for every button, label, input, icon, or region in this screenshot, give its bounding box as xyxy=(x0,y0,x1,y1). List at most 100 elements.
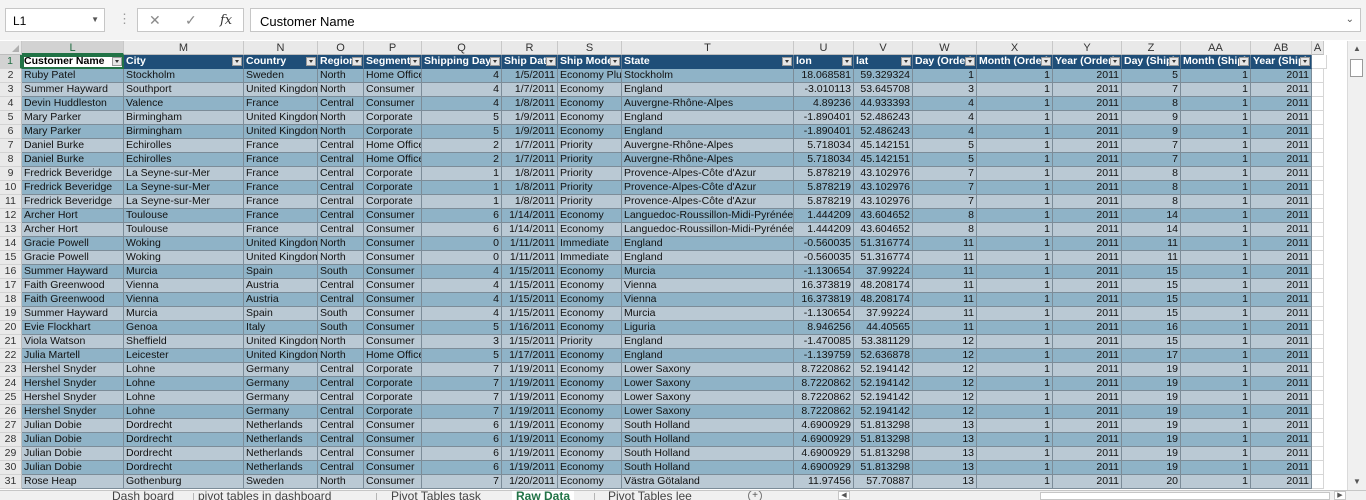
scroll-down-icon[interactable]: ▼ xyxy=(1349,475,1365,489)
table-cell[interactable]: Corporate xyxy=(364,391,422,405)
name-box[interactable]: L1 ▼ xyxy=(5,8,105,32)
scroll-thumb[interactable] xyxy=(1350,59,1363,77)
table-cell[interactable]: 1/19/2011 xyxy=(502,447,558,461)
table-cell[interactable]: 2 xyxy=(422,153,502,167)
table-cell[interactable]: Lohne xyxy=(124,363,244,377)
table-cell[interactable]: 11.97456 xyxy=(794,475,854,489)
table-cell[interactable]: Gracie Powell xyxy=(22,251,124,265)
table-cell[interactable]: 52.636878 xyxy=(854,349,913,363)
table-cell[interactable]: 52.194142 xyxy=(854,391,913,405)
table-cell[interactable]: 2011 xyxy=(1053,181,1122,195)
table-cell[interactable]: Rose Heap xyxy=(22,475,124,489)
table-cell[interactable]: Corporate xyxy=(364,363,422,377)
table-cell[interactable]: Home Office xyxy=(364,139,422,153)
column-header-t[interactable]: T xyxy=(622,41,794,55)
table-cell[interactable]: 8.7220862 xyxy=(794,377,854,391)
table-cell[interactable]: Viola Watson xyxy=(22,335,124,349)
table-cell[interactable]: England xyxy=(622,83,794,97)
table-cell[interactable]: 9 xyxy=(1122,125,1181,139)
table-cell[interactable] xyxy=(1312,167,1324,181)
table-cell[interactable]: Economy xyxy=(558,265,622,279)
table-cell[interactable]: Archer Hort xyxy=(22,223,124,237)
table-cell[interactable]: Central xyxy=(318,405,364,419)
table-cell[interactable] xyxy=(1312,279,1324,293)
table-cell[interactable]: 7 xyxy=(913,181,977,195)
table-cell[interactable]: Consumer xyxy=(364,279,422,293)
table-cell[interactable]: 1.444209 xyxy=(794,209,854,223)
table-cell[interactable]: Murcia xyxy=(124,265,244,279)
table-cell[interactable]: 11 xyxy=(913,251,977,265)
table-cell[interactable]: 5.718034 xyxy=(794,153,854,167)
table-cell[interactable]: Corporate xyxy=(364,111,422,125)
vertical-scrollbar[interactable]: ▲ ▼ xyxy=(1347,41,1366,490)
table-cell[interactable]: United Kingdom xyxy=(244,349,318,363)
table-cell[interactable]: -1.139759 xyxy=(794,349,854,363)
table-cell[interactable]: 1 xyxy=(1181,139,1251,153)
table-cell[interactable]: France xyxy=(244,195,318,209)
filter-dropdown-icon[interactable] xyxy=(901,57,911,66)
table-cell[interactable]: Lower Saxony xyxy=(622,405,794,419)
table-cell[interactable] xyxy=(1312,55,1327,69)
filter-dropdown-icon[interactable] xyxy=(1041,57,1051,66)
table-cell[interactable]: Valence xyxy=(124,97,244,111)
table-cell[interactable]: 2011 xyxy=(1053,349,1122,363)
table-cell[interactable]: Provence-Alpes-Côte d'Azur xyxy=(622,167,794,181)
table-cell[interactable] xyxy=(1312,321,1324,335)
table-cell[interactable]: Evie Flockhart xyxy=(22,321,124,335)
table-cell[interactable]: 6 xyxy=(422,447,502,461)
table-cell[interactable]: South xyxy=(318,321,364,335)
table-cell[interactable]: 1 xyxy=(422,195,502,209)
row-header[interactable]: 23 xyxy=(0,363,22,377)
table-cell[interactable]: 2011 xyxy=(1053,447,1122,461)
table-cell[interactable]: Ruby Patel xyxy=(22,69,124,83)
table-cell[interactable]: England xyxy=(622,349,794,363)
table-cell[interactable]: 2011 xyxy=(1251,447,1312,461)
table-cell[interactable]: 7 xyxy=(422,377,502,391)
table-cell[interactable]: North xyxy=(318,125,364,139)
table-cell[interactable]: Murcia xyxy=(622,265,794,279)
table-cell[interactable] xyxy=(1312,349,1324,363)
table-cell[interactable]: 15 xyxy=(1122,265,1181,279)
table-cell[interactable]: 2011 xyxy=(1251,195,1312,209)
table-cell[interactable]: 2011 xyxy=(1251,433,1312,447)
table-cell[interactable]: -1.130654 xyxy=(794,265,854,279)
table-cell[interactable]: South Holland xyxy=(622,419,794,433)
column-header-l[interactable]: L xyxy=(22,41,124,55)
table-cell[interactable]: Central xyxy=(318,223,364,237)
table-cell[interactable]: Consumer xyxy=(364,335,422,349)
tab-pivot-tables-in-dashboard[interactable]: pivot tables in dashboard xyxy=(198,491,331,500)
table-cell[interactable]: 17 xyxy=(1122,349,1181,363)
filter-dropdown-icon[interactable] xyxy=(610,57,620,66)
scroll-left-icon[interactable]: ◀ xyxy=(838,491,850,500)
table-cell[interactable]: 2011 xyxy=(1053,419,1122,433)
table-cell[interactable]: 1 xyxy=(977,209,1053,223)
table-cell[interactable]: Central xyxy=(318,377,364,391)
table-cell[interactable]: 8.7220862 xyxy=(794,363,854,377)
table-cell[interactable]: Hershel Snyder xyxy=(22,405,124,419)
column-title[interactable]: Day (Order) xyxy=(913,55,977,69)
column-title[interactable]: City xyxy=(124,55,244,69)
table-cell[interactable]: 4 xyxy=(422,307,502,321)
table-cell[interactable]: 11 xyxy=(913,293,977,307)
table-cell[interactable]: Central xyxy=(318,139,364,153)
table-cell[interactable]: 37.99224 xyxy=(854,265,913,279)
table-cell[interactable]: Economy xyxy=(558,475,622,489)
table-cell[interactable]: Liguria xyxy=(622,321,794,335)
filter-dropdown-icon[interactable] xyxy=(782,57,792,66)
table-cell[interactable]: Summer Hayward xyxy=(22,83,124,97)
table-cell[interactable]: 2011 xyxy=(1251,125,1312,139)
table-cell[interactable]: 8 xyxy=(1122,97,1181,111)
table-cell[interactable]: 5.878219 xyxy=(794,195,854,209)
table-cell[interactable]: Priority xyxy=(558,167,622,181)
table-cell[interactable]: Consumer xyxy=(364,83,422,97)
table-cell[interactable]: 53.381129 xyxy=(854,335,913,349)
table-cell[interactable]: 1 xyxy=(1181,237,1251,251)
table-cell[interactable]: 1/15/2011 xyxy=(502,279,558,293)
table-cell[interactable]: 7 xyxy=(422,391,502,405)
row-header[interactable]: 15 xyxy=(0,251,22,265)
table-cell[interactable]: 2011 xyxy=(1251,167,1312,181)
table-cell[interactable]: 1/20/2011 xyxy=(502,475,558,489)
table-cell[interactable]: 1 xyxy=(422,181,502,195)
table-cell[interactable] xyxy=(1312,265,1324,279)
table-cell[interactable] xyxy=(1312,377,1324,391)
